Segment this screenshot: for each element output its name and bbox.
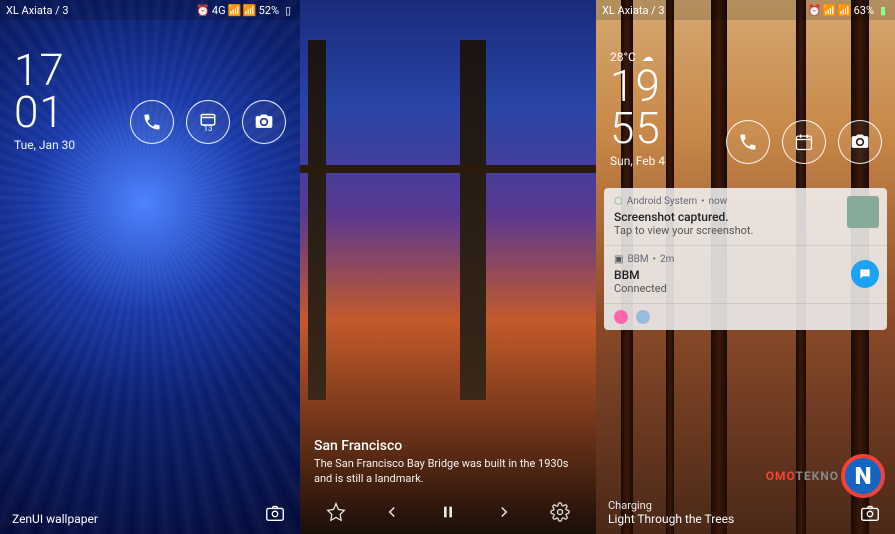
camera-shortcut[interactable] — [242, 100, 286, 144]
camera-icon — [850, 132, 870, 152]
carrier-label: XL Axiata / 3 — [6, 4, 69, 17]
clock-date: Sun, Feb 4 — [610, 154, 665, 168]
calendar-shortcut[interactable] — [782, 120, 826, 164]
alarm-icon: ⏰ — [197, 4, 209, 16]
watermark-logo: OMOTEKNO N — [766, 454, 885, 498]
clock-date: Tue, Jan 30 — [14, 138, 75, 152]
status-bar: XL Axiata / 3 ⏰ 📶 📶 63% ▮ — [596, 0, 895, 20]
app-dot[interactable] — [614, 310, 628, 324]
gear-icon — [550, 502, 570, 522]
status-bar: XL Axiata / 3 ⏰ 4G 📶 📶 52% ▯ — [0, 0, 300, 20]
calendar-icon — [794, 132, 814, 152]
notif-title: Screenshot captured. — [614, 210, 877, 224]
notif-body: Tap to view your screenshot. — [614, 224, 877, 237]
phone-icon — [738, 132, 758, 152]
calendar-day: 13 — [204, 124, 213, 133]
camera-icon — [264, 502, 286, 524]
bridge-deck — [300, 165, 596, 173]
notif-footer — [604, 304, 887, 330]
notif-time: 2m — [660, 254, 674, 265]
camera-icon — [254, 112, 274, 132]
notification-item[interactable]: ⬡ Android System • now Screenshot captur… — [604, 188, 887, 246]
phone-shortcut[interactable] — [130, 100, 174, 144]
status-icons-right: ⏰ 4G 📶 📶 52% ▯ — [197, 4, 294, 17]
chevron-right-icon — [495, 503, 513, 521]
status-icons-right: ⏰ 📶 📶 63% ▮ — [809, 4, 889, 17]
notif-app: BBM — [627, 254, 648, 265]
lockscreen-forest: XL Axiata / 3 ⏰ 📶 📶 63% ▮ 28°C ☁ 19 55 S… — [596, 0, 895, 534]
clock-widget: 28°C ☁ 19 55 Sun, Feb 4 — [610, 50, 665, 168]
logo-n-icon: N — [841, 454, 885, 498]
notification-panel: ⬡ Android System • now Screenshot captur… — [604, 188, 887, 330]
battery-label: 63% — [854, 4, 874, 17]
pause-button[interactable] — [434, 498, 462, 526]
bottom-bar: ZenUI wallpaper — [0, 494, 300, 534]
notification-item[interactable]: ▣ BBM • 2m BBM Connected — [604, 246, 887, 304]
lockscreen-zenui: XL Axiata / 3 ⏰ 4G 📶 📶 52% ▯ 17 01 Tue, … — [0, 0, 300, 534]
bbm-badge-icon — [851, 260, 879, 288]
signal-icon: 📶 — [824, 4, 836, 16]
battery-icon: ▯ — [282, 4, 294, 16]
wallpaper-label: ZenUI wallpaper — [12, 512, 98, 526]
caption-desc: The San Francisco Bay Bridge was built i… — [314, 457, 582, 486]
notif-header: ▣ BBM • 2m — [614, 254, 877, 265]
notif-app: Android System — [627, 196, 697, 207]
clock-minute: 01 — [14, 92, 75, 134]
clock-minute: 55 — [610, 108, 665, 150]
controls-row — [300, 498, 596, 526]
phone-icon — [142, 112, 162, 132]
clock-widget: 17 01 Tue, Jan 30 — [14, 50, 75, 152]
camera-button[interactable] — [859, 502, 883, 526]
notif-title: BBM — [614, 268, 877, 282]
bridge-tower — [460, 40, 486, 400]
screenshot-thumbnail — [847, 196, 879, 228]
android-icon: ⬡ — [614, 196, 623, 207]
prev-button[interactable] — [378, 498, 406, 526]
phone-shortcut[interactable] — [726, 120, 770, 164]
star-icon — [326, 502, 346, 522]
next-button[interactable] — [490, 498, 518, 526]
settings-button[interactable] — [546, 498, 574, 526]
app-dot[interactable] — [636, 310, 650, 324]
favorite-button[interactable] — [322, 498, 350, 526]
camera-icon — [859, 502, 881, 524]
bridge-tower — [308, 40, 326, 400]
shortcut-row — [726, 120, 882, 164]
signal-icon: 📶 — [244, 4, 256, 16]
caption-block: San Francisco The San Francisco Bay Brid… — [314, 438, 582, 486]
signal-icon: 📶 — [839, 4, 851, 16]
carrier-label: XL Axiata / 3 — [602, 4, 665, 17]
battery-label: 52% — [259, 4, 279, 17]
alarm-icon: ⏰ — [809, 4, 821, 16]
camera-button[interactable] — [264, 502, 288, 526]
bbm-icon: ▣ — [614, 254, 623, 265]
chevron-left-icon — [383, 503, 401, 521]
lockscreen-slideshow: San Francisco The San Francisco Bay Brid… — [300, 0, 596, 534]
notif-header: ⬡ Android System • now — [614, 196, 877, 207]
battery-icon: ▮ — [877, 4, 889, 16]
network-label: 4G — [212, 4, 226, 17]
caption-title: San Francisco — [314, 438, 582, 454]
pause-icon — [440, 504, 456, 520]
signal-icon: 📶 — [229, 4, 241, 16]
notif-time: now — [709, 196, 728, 207]
logo-text: OMOTEKNO — [766, 469, 839, 483]
shortcut-row: 13 — [130, 100, 286, 144]
notif-body: Connected — [614, 282, 877, 295]
calendar-shortcut[interactable]: 13 — [186, 100, 230, 144]
camera-shortcut[interactable] — [838, 120, 882, 164]
bottom-bar — [596, 494, 895, 534]
